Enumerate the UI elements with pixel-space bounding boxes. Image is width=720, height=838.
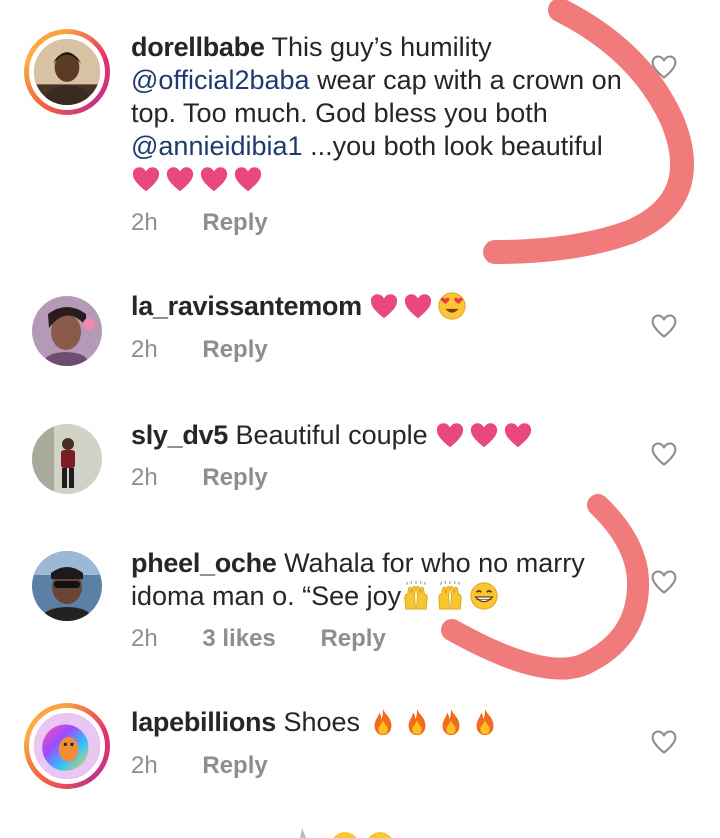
pink-heart-emoji	[403, 291, 433, 321]
avatar-photo	[32, 424, 102, 494]
like-heart-icon[interactable]	[650, 440, 678, 468]
pink-heart-emoji	[435, 420, 465, 450]
pink-heart-emoji	[503, 420, 533, 450]
comment-body: la_ravissantemom	[131, 290, 641, 324]
emoji-group	[369, 291, 471, 324]
reply-button[interactable]: Reply	[202, 336, 267, 363]
heart-eyes-emoji	[437, 291, 467, 321]
pink-heart-emoji	[469, 420, 499, 450]
avatar-image	[29, 34, 105, 110]
emoji-group	[131, 164, 267, 197]
comment-time: 2h	[131, 209, 158, 236]
emoji-group	[435, 420, 537, 453]
avatar[interactable]	[32, 551, 102, 621]
avatar-image	[32, 551, 102, 621]
comment-meta: 2h 3 likes Reply	[131, 624, 424, 654]
avatar-photo	[32, 296, 102, 366]
comment-time: 2h	[131, 464, 158, 491]
comment-username[interactable]: lapebillions	[131, 707, 276, 737]
avatar[interactable]	[32, 424, 102, 494]
raising-hands-emoji	[401, 581, 431, 611]
comment-body: lapebillions Shoes	[131, 706, 641, 740]
raising-hands-emoji	[435, 581, 465, 611]
comment-username[interactable]: sly_dv5	[131, 420, 228, 450]
reply-button[interactable]: Reply	[202, 752, 267, 779]
fire-emoji	[470, 707, 500, 737]
avatar[interactable]	[32, 296, 102, 366]
comment-text: Shoes	[283, 707, 361, 737]
comment-meta: 2h Reply	[131, 463, 306, 493]
avatar-image	[29, 708, 105, 784]
comment-time: 2h	[131, 752, 158, 779]
comment-meta: 2h Reply	[131, 335, 306, 365]
pink-heart-emoji	[131, 164, 161, 194]
avatar-image	[32, 424, 102, 494]
emoji-group	[368, 707, 504, 740]
comment-meta: 2h Reply	[131, 751, 306, 781]
comment-text: This guy’s humility	[271, 32, 492, 62]
like-heart-icon[interactable]	[650, 53, 678, 81]
comment-username[interactable]: dorellbabe	[131, 32, 265, 62]
avatar[interactable]	[24, 29, 110, 115]
avatar-image	[32, 296, 102, 366]
like-heart-icon[interactable]	[650, 312, 678, 340]
grinning-emoji	[469, 581, 499, 611]
comment-text: Beautiful couple	[235, 420, 428, 450]
fire-emoji	[436, 707, 466, 737]
like-heart-icon[interactable]	[650, 568, 678, 596]
comment-username[interactable]: la_ravissantemom	[131, 291, 362, 321]
reply-button[interactable]: Reply	[202, 464, 267, 491]
comment-username[interactable]: pheel_oche	[131, 548, 277, 578]
comment-body: sly_dv5 Beautiful couple	[131, 419, 641, 453]
mention-link[interactable]: @annieidibia1	[131, 131, 303, 161]
comment-time: 2h	[131, 625, 158, 652]
comment-body: dorellbabe This guy’s humility @official…	[131, 31, 641, 197]
pink-heart-emoji	[369, 291, 399, 321]
mention-link[interactable]: @official2baba	[131, 65, 310, 95]
fire-emoji	[402, 707, 432, 737]
emoji-group	[401, 581, 503, 614]
like-heart-icon[interactable]	[650, 728, 678, 756]
comment-time: 2h	[131, 336, 158, 363]
pink-heart-emoji	[199, 164, 229, 194]
avatar-photo	[34, 39, 100, 105]
fire-emoji	[368, 707, 398, 737]
avatar-photo	[32, 551, 102, 621]
pink-heart-emoji	[165, 164, 195, 194]
comment-meta: 2h Reply	[131, 208, 306, 238]
avatar-photo	[34, 713, 100, 779]
comment-body: pheel_oche Wahala for who no marry idoma…	[131, 547, 641, 614]
likes-count[interactable]: 3 likes	[202, 625, 275, 652]
reply-button[interactable]: Reply	[320, 625, 385, 652]
comment-text: ...you both look beautiful	[310, 131, 603, 161]
avatar[interactable]	[24, 703, 110, 789]
reply-button[interactable]: Reply	[202, 209, 267, 236]
pink-heart-emoji	[233, 164, 263, 194]
